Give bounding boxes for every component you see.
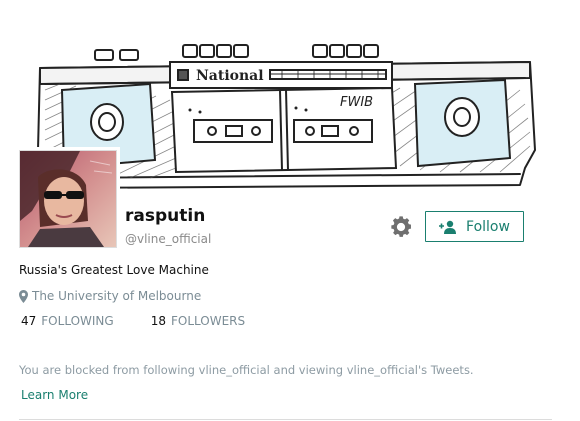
profile-location-text: The University of Melbourne — [32, 289, 202, 303]
following-stat[interactable]: 47 FOLLOWING — [21, 314, 114, 328]
following-count: 47 — [21, 314, 37, 328]
following-label: FOLLOWING — [41, 314, 114, 328]
follow-button-label: Follow — [466, 218, 510, 235]
blocked-message: You are blocked from following vline_off… — [19, 363, 474, 377]
profile-display-name: rasputin — [125, 206, 206, 226]
follow-button[interactable]: Follow — [425, 211, 524, 242]
person-add-icon — [439, 220, 457, 234]
profile-bio: Russia's Greatest Love Machine — [19, 263, 209, 277]
profile-handle: @vline_official — [125, 232, 212, 246]
followers-label: FOLLOWERS — [170, 314, 246, 328]
divider — [19, 419, 552, 420]
profile-stats: 47 FOLLOWING 18 FOLLOWERS — [21, 314, 282, 328]
avatar[interactable] — [19, 150, 117, 248]
svg-text:National: National — [196, 68, 264, 84]
profile-location: The University of Melbourne — [19, 289, 201, 303]
followers-stat[interactable]: 18 FOLLOWERS — [151, 314, 245, 328]
gear-icon[interactable] — [388, 214, 414, 240]
map-pin-icon — [19, 289, 28, 303]
svg-text:FWIB: FWIB — [340, 95, 373, 110]
followers-count: 18 — [150, 314, 166, 328]
learn-more-link[interactable]: Learn More — [21, 388, 88, 402]
avatar-photo — [20, 151, 116, 247]
